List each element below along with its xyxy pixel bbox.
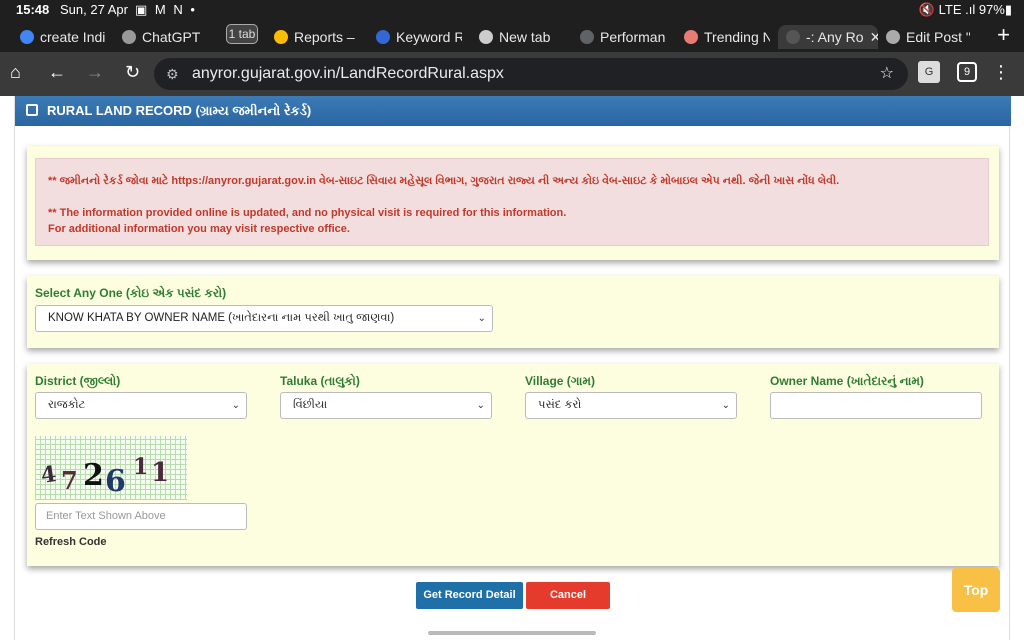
village-label: Village (ગામ) [525,374,595,388]
cancel-button[interactable]: Cancel [526,582,610,609]
get-record-detail-button[interactable]: Get Record Detail [416,582,523,609]
trending-icon [684,30,698,44]
owner-name-input[interactable] [770,392,982,419]
back-arrow-icon[interactable]: ← [48,62,66,83]
wordpress-icon [886,30,900,44]
site-icon [786,30,800,44]
district-label: District (જીલ્લો) [35,374,121,388]
tab-label: Performanc [600,29,666,45]
analytics-icon [274,30,288,44]
captcha-char: 1 [133,454,149,480]
address-bar: ⌂ ← → ↻ ⚙ anyror.gujarat.gov.in/LandReco… [0,52,1024,96]
scroll-top-button[interactable]: Top [952,568,1000,612]
tab-keyword[interactable]: Keyword Re [376,25,462,49]
chevron-down-icon: ⌄ [476,400,485,411]
village-select[interactable]: પસંદ કરો ⌄ [525,392,737,419]
district-value: રાજકોટ [48,399,86,411]
tab-create-india[interactable]: create India [20,25,106,49]
notice-gujarati: ** જમીનનો રેકર્ડ જોવા માટે https://anyro… [48,175,840,187]
captcha-char: 4 [39,461,59,489]
notification-icons: ▣ M N • [135,2,197,17]
owner-name-label: Owner Name (ખાતેદારનું નામ) [770,374,924,388]
tab-performance[interactable]: Performanc [580,25,666,49]
tab-label: Reports – G [294,29,358,45]
menu-dots-icon[interactable]: ⋮ [992,62,1010,83]
captcha-placeholder: Enter Text Shown Above [46,510,166,522]
captcha-char: 6 [105,464,126,499]
tab-label: ChatGPT [142,29,201,45]
performance-icon [580,30,594,44]
status-time: 15:48 [16,2,50,17]
close-tab-icon[interactable]: ✕ [870,29,878,46]
tab-group-count[interactable]: 1 tab [226,24,258,44]
forward-arrow-icon[interactable]: → [86,62,104,83]
captcha-image: 4 7 2 6 1 1 [35,436,187,500]
search-type-select[interactable]: KNOW KHATA BY OWNER NAME (ખાતેદારના નામ … [35,305,493,332]
bookmark-star-icon[interactable]: ☆ [880,58,894,90]
tab-label: -: Any Ro [806,29,864,45]
new-tab-button[interactable]: + [997,22,1010,48]
home-icon[interactable]: ⌂ [10,62,21,83]
captcha-char: 2 [83,458,104,493]
tab-chatgpt[interactable]: ChatGPT [122,25,212,49]
tab-reports[interactable]: Reports – G [274,25,358,49]
notice-panel: ** જમીનનો રેકર્ડ જોવા માટે https://anyro… [27,146,999,260]
tab-strip: create India ChatGPT 1 tab Reports – G K… [0,20,1024,52]
status-right-icons: 🔇 LTE .ıl 97%▮ [918,2,1012,17]
google-icon [20,30,34,44]
select-value: KNOW KHATA BY OWNER NAME (ખાતેદારના નામ … [48,312,395,324]
translate-icon[interactable]: G [918,61,940,83]
notice-box: ** જમીનનો રેકર્ડ જોવા માટે https://anyro… [35,158,989,246]
keyword-icon [376,30,390,44]
site-settings-icon[interactable]: ⚙ [166,58,179,90]
chatgpt-icon [122,30,136,44]
status-date: Sun, 27 Apr [60,2,128,17]
tab-label: create India [40,29,106,45]
tab-switcher-button[interactable]: 9 [957,62,977,82]
content-area: RURAL LAND RECORD (ગ્રામ્ય જમીનનો રેકર્ડ… [14,96,1011,640]
web-page: RURAL LAND RECORD (ગ્રામ્ય જમીનનો રેકર્ડ… [0,96,1024,640]
tab-label: New tab [499,29,551,45]
page-title: RURAL LAND RECORD (ગ્રામ્ય જમીનનો રેકર્ડ… [47,103,312,118]
captcha-input[interactable]: Enter Text Shown Above [35,503,247,530]
chevron-down-icon: ⌄ [231,400,240,411]
tab-edit-post[interactable]: Edit Post "F [886,25,970,49]
select-any-label: Select Any One (કોઇ એક પસંદ કરો) [35,286,227,300]
tab-trending[interactable]: Trending N [684,25,770,49]
tab-label: Keyword Re [396,29,462,45]
tab-label: Edit Post "F [906,29,970,45]
status-bar: 15:48 Sun, 27 Apr ▣ M N • 🔇 LTE .ıl 97%▮ [0,0,1024,20]
captcha-char: 1 [151,458,170,488]
record-icon [26,104,38,116]
reload-icon[interactable]: ↻ [125,62,140,83]
taluka-value: વિંછીયા [293,399,328,411]
chrome-icon [479,30,493,44]
page-header: RURAL LAND RECORD (ગ્રામ્ય જમીનનો રેકર્ડ… [15,96,1011,126]
chevron-down-icon: ⌄ [477,313,486,324]
refresh-code-link[interactable]: Refresh Code [35,536,107,548]
tab-new-tab[interactable]: New tab [479,25,565,49]
url-field[interactable]: ⚙ anyror.gujarat.gov.in/LandRecordRural.… [154,58,908,90]
chevron-down-icon: ⌄ [721,400,730,411]
select-panel: Select Any One (કોઇ એક પસંદ કરો) KNOW KH… [27,276,999,348]
notice-english-2: For additional information you may visit… [48,223,350,235]
district-select[interactable]: રાજકોટ ⌄ [35,392,247,419]
tab-label: Trending N [704,29,770,45]
captcha-char: 7 [61,466,78,495]
notice-english-1: ** The information provided online is up… [48,207,567,219]
taluka-select[interactable]: વિંછીયા ⌄ [280,392,492,419]
gesture-bar[interactable] [428,631,596,635]
url-text: anyror.gujarat.gov.in/LandRecordRural.as… [192,65,504,82]
taluka-label: Taluka (તાલુકો) [280,374,360,388]
tab-any-ror[interactable]: -: Any Ro ✕ [778,25,878,49]
village-value: પસંદ કરો [538,399,582,411]
